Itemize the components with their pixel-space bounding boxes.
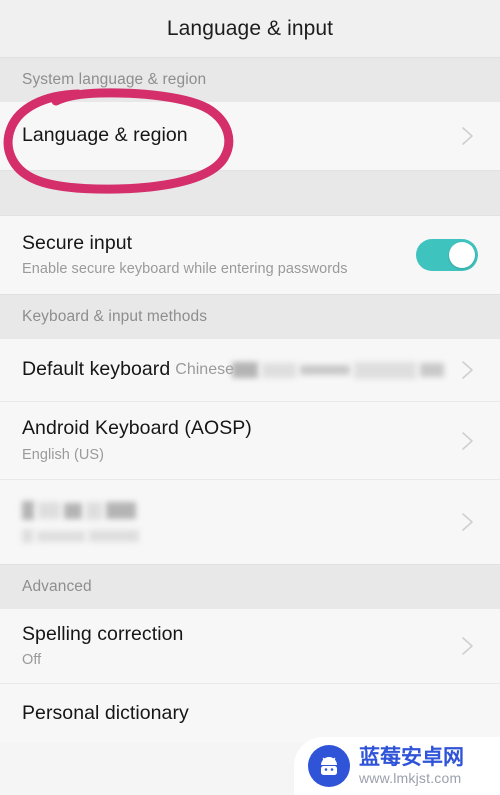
chevron-right-icon[interactable] <box>458 509 478 535</box>
row-texts: Personal dictionary <box>22 702 478 726</box>
row-title: Language & region <box>22 124 188 147</box>
language-input-settings-screen: Language & input System language & regio… <box>0 0 500 795</box>
redaction-bar <box>354 361 416 379</box>
redaction-bar <box>89 530 139 542</box>
row-title: Personal dictionary <box>22 701 189 724</box>
row-subtitle: English (US) <box>22 446 104 463</box>
watermark-brand: 蓝莓安卓网 <box>359 745 464 769</box>
row-redacted-keyboard[interactable] <box>0 479 500 564</box>
row-subtitle-redacted <box>22 529 458 543</box>
secure-input-toggle[interactable] <box>416 239 478 271</box>
page-title: Language & input <box>166 16 334 40</box>
row-language-region[interactable]: Language & region <box>0 102 500 170</box>
redaction-bar <box>420 363 444 377</box>
row-title: Default keyboard <box>22 358 171 381</box>
row-texts: Language & region <box>22 124 458 148</box>
redaction-bar <box>37 530 85 542</box>
row-title-redacted <box>22 501 458 520</box>
row-spelling-correction[interactable]: Spelling correction Off <box>0 609 500 683</box>
titlebar: Language & input <box>0 0 500 57</box>
redaction-bar <box>232 362 258 378</box>
redaction-bar <box>262 362 296 378</box>
android-robot-icon <box>308 745 350 787</box>
row-texts: Secure input Enable secure keyboard whil… <box>22 232 416 279</box>
chevron-right-icon[interactable] <box>458 123 478 149</box>
default-keyboard-value-text: Chinese <box>175 361 234 378</box>
row-android-keyboard-aosp[interactable]: Android Keyboard (AOSP) English (US) <box>0 401 500 479</box>
chevron-right-icon[interactable] <box>458 633 478 659</box>
section-header-advanced: Advanced <box>0 564 500 609</box>
row-texts: Android Keyboard (AOSP) English (US) <box>22 417 458 464</box>
redaction-bar <box>38 502 60 519</box>
watermark-text: 蓝莓安卓网 www.lmkjst.com <box>359 745 464 786</box>
toggle-knob <box>449 242 475 268</box>
row-subtitle: Enable secure keyboard while entering pa… <box>22 261 348 278</box>
watermark-url: www.lmkjst.com <box>359 770 462 786</box>
row-default-keyboard[interactable]: Default keyboard Chinese <box>0 339 500 401</box>
chevron-right-icon[interactable] <box>458 428 478 454</box>
section-gap-1 <box>0 170 500 216</box>
row-title: Secure input <box>22 231 133 254</box>
section-header-label: System language & region <box>22 71 207 88</box>
redaction-bar <box>22 501 34 520</box>
redaction-bar <box>22 529 33 543</box>
section-header-keyboard-input-methods: Keyboard & input methods <box>0 294 500 339</box>
row-texts: Default keyboard <box>22 358 175 382</box>
row-title: Spelling correction <box>22 622 184 645</box>
section-header-system-language-region: System language & region <box>0 57 500 102</box>
row-personal-dictionary[interactable]: Personal dictionary <box>0 683 500 743</box>
redaction-bar <box>106 502 136 519</box>
section-header-label: Keyboard & input methods <box>22 308 208 325</box>
site-watermark: 蓝莓安卓网 www.lmkjst.com <box>294 737 500 795</box>
row-texts: Spelling correction Off <box>22 623 458 670</box>
row-title: Android Keyboard (AOSP) <box>22 417 252 440</box>
chevron-right-icon[interactable] <box>458 357 478 383</box>
default-keyboard-value: Chinese <box>175 361 444 379</box>
row-secure-input[interactable]: Secure input Enable secure keyboard whil… <box>0 216 500 294</box>
redaction-bar <box>86 501 102 520</box>
row-texts <box>22 501 458 543</box>
row-subtitle: Off <box>22 652 42 669</box>
section-header-label: Advanced <box>22 578 92 595</box>
redaction-bar <box>64 502 82 519</box>
redaction-bar <box>300 365 350 375</box>
